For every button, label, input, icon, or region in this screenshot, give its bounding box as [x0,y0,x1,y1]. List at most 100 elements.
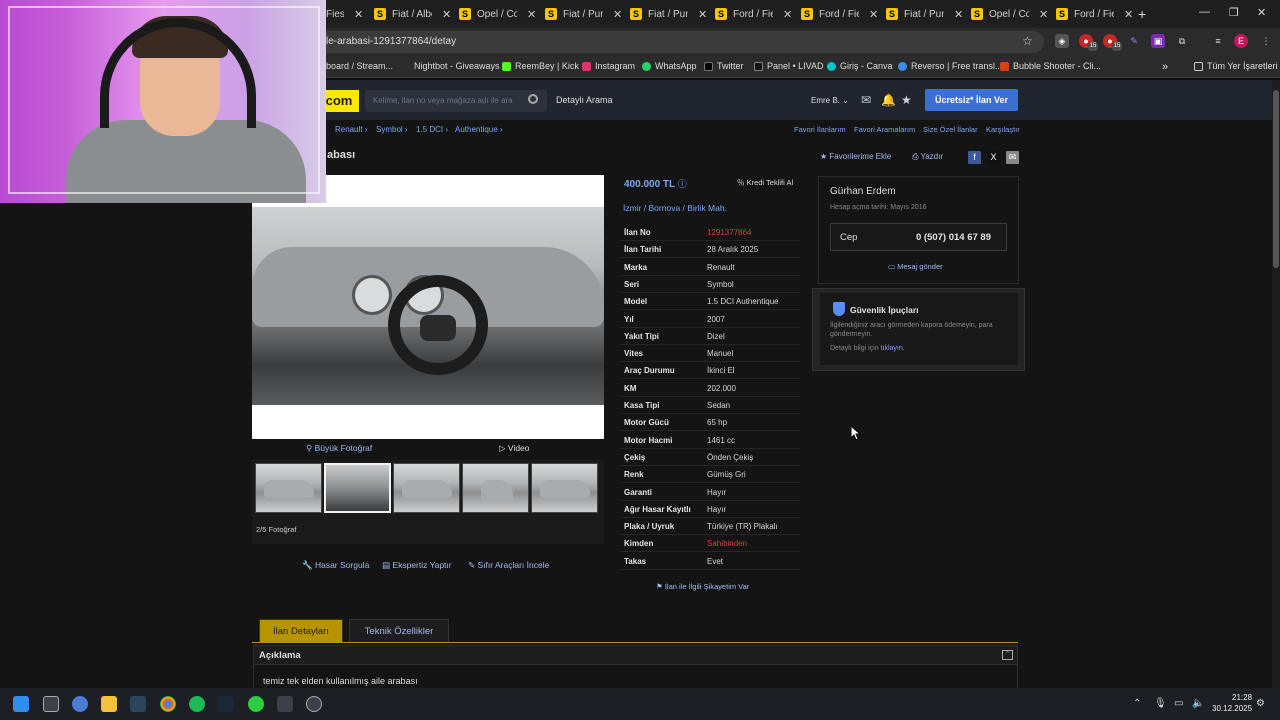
bookmark-item[interactable]: Reverso | Free transl... [898,61,1002,71]
safety-more-link[interactable]: tıklayın. [881,345,905,352]
browser-tab-active[interactable]: S Ford / Fies ✕ [1056,4,1134,24]
bookmark-item[interactable]: ReemBey | Kick [502,61,579,71]
bookmark-item[interactable]: Nightbot - Giveaways [414,61,500,71]
media-icon[interactable]: ≡ [1211,34,1225,48]
detailed-search-link[interactable]: Detaylı Arama [556,95,613,105]
browser-tab[interactable]: Fies ✕ [326,4,366,24]
facebook-share-icon[interactable]: f [968,151,981,164]
bookmark-item[interactable]: Instagram [582,61,635,71]
star-icon[interactable]: ★ [901,93,912,107]
clock[interactable]: 21:28 30.12.2025 [1212,692,1252,714]
tab-technical-specs[interactable]: Teknik Özellikler [349,619,449,643]
location-city[interactable]: İzmir [623,203,641,213]
add-favorite-button[interactable]: ★ Favorilerime Ekle [820,152,891,161]
notification-icon[interactable]: ⚙ [1256,698,1265,709]
complaint-link[interactable]: ⚑ İlan ile İlgili Şikayetim Var [656,582,749,591]
thumbnail[interactable] [255,463,322,513]
seller-name[interactable]: Gürhan Erdem [830,186,896,197]
thumbnail[interactable] [462,463,529,513]
x-share-icon[interactable]: X [987,151,1000,164]
close-icon[interactable]: ✕ [783,8,792,21]
steam-icon[interactable] [130,696,146,712]
breadcrumb-item[interactable]: Authentique › [455,125,503,134]
app-icon[interactable] [248,696,264,712]
close-icon[interactable]: ✕ [869,8,878,21]
search-input[interactable]: Kelime, ilan no veya mağaza adı ile ara [365,90,547,112]
expertise-link[interactable]: ▤ Ekspertiz Yaptır [382,560,452,571]
breadcrumb-item[interactable]: Symbol › [376,125,408,134]
browser-tab[interactable]: S Fiat / Albea ✕ [374,4,458,24]
new-tab-button[interactable]: + [1138,6,1146,22]
close-icon[interactable]: ✕ [954,8,963,21]
location-neighborhood[interactable]: Birlik Mah. [687,203,727,213]
bookmark-item[interactable]: Bubble Shooter - Cli... [1000,61,1101,71]
extension-icon[interactable]: ▣ [1151,34,1165,48]
compare-link[interactable]: Karşılaştır [986,125,1020,134]
damage-query-link[interactable]: 🔧 Hasar Sorgula [302,560,369,571]
pen-extension-icon[interactable]: ✎ [1127,34,1141,48]
browser-tab[interactable]: S Fiat / Punt ✕ [545,4,629,24]
app-icon[interactable] [277,696,293,712]
close-icon[interactable]: ✕ [1039,8,1048,21]
network-icon[interactable]: ▭ [1174,698,1183,709]
menu-icon[interactable]: ⋮ [1259,34,1273,48]
info-icon[interactable]: ⓘ [678,179,687,189]
close-window-icon[interactable]: ✕ [1257,6,1266,19]
bookmark-item[interactable]: board / Stream... [326,61,393,71]
big-photo-link[interactable]: ⚲ Büyük Fotoğraf [306,443,372,454]
bookmark-item[interactable]: WhatsApp [642,61,697,71]
send-message-link[interactable]: ▭ Mesaj gönder [888,262,943,271]
task-view-icon[interactable] [43,696,59,712]
close-icon[interactable]: ✕ [442,8,451,21]
thumbnail-active[interactable] [324,463,391,513]
thumbnail[interactable] [393,463,460,513]
bookmark-item[interactable]: Panel • LIVAD [754,61,824,71]
browser-tab[interactable]: S Fiat / Punt ✕ [886,4,970,24]
close-icon[interactable]: ✕ [698,8,707,21]
address-bar[interactable]: le-arabasi-1291377864/detay [316,31,1044,53]
chrome-icon[interactable] [160,696,176,712]
thumbnail[interactable] [531,463,598,513]
all-bookmarks[interactable]: Tüm Yer İşaretleri [1194,61,1278,71]
new-cars-link[interactable]: ✎ Sıfır Araçları İncele [468,560,549,571]
breadcrumb-item[interactable]: 1.5 DCI › [416,125,448,134]
minimize-icon[interactable]: — [1199,6,1210,18]
microphone-icon[interactable]: 🎙 [1154,698,1167,709]
close-icon[interactable]: ✕ [354,8,363,21]
spotify-icon[interactable] [189,696,205,712]
browser-tab[interactable]: S Opel / Cor ✕ [971,4,1055,24]
tray-chevron-icon[interactable]: ⌃ [1133,698,1141,709]
puzzle-icon[interactable]: ⧉ [1175,34,1189,48]
windows-start-icon[interactable] [13,696,29,712]
close-icon[interactable]: ✕ [527,8,536,21]
restore-icon[interactable]: ❐ [1229,6,1239,19]
file-explorer-icon[interactable] [101,696,117,712]
print-button[interactable]: ⎙ Yazdır [912,152,943,162]
phone-number[interactable]: 0 (507) 014 67 89 [916,232,991,243]
browser-tab[interactable]: S Ford / Fies ✕ [715,4,799,24]
search-icon[interactable] [528,94,538,104]
extension-icon[interactable]: ◈ [1055,34,1069,48]
tab-listing-details[interactable]: İlan Detayları [259,619,343,643]
main-photo[interactable] [252,207,604,405]
mail-icon[interactable]: ✉ [861,93,871,107]
bookmark-star-icon[interactable]: ☆ [1022,34,1033,48]
location-district[interactable]: Bornova [649,203,681,213]
browser-tab[interactable]: S Fiat / Punt ✕ [630,4,714,24]
close-icon[interactable]: ✕ [613,8,622,21]
browser-tab[interactable]: S Opel / Cor ✕ [459,4,543,24]
bell-icon[interactable]: 🔔 [881,93,896,107]
settings-icon[interactable] [72,696,88,712]
app-icon[interactable] [306,696,322,712]
scrollbar-thumb[interactable] [1273,90,1279,268]
bookmark-item[interactable]: Twitter [704,61,744,71]
user-menu[interactable]: Emre B. ⌄ [811,96,849,105]
favorite-searches-link[interactable]: Favori Aramalarım [854,125,915,134]
breadcrumb-item[interactable]: Renault › [335,125,367,134]
email-share-icon[interactable]: ✉ [1006,151,1019,164]
collapse-icon[interactable]: ⌃ [1002,650,1013,660]
close-icon[interactable]: ✕ [1124,8,1133,21]
video-link[interactable]: ▷ Video [499,443,530,454]
credit-offer-link[interactable]: ％ Kredi Teklifi Al [737,177,793,188]
post-ad-button[interactable]: Ücretsiz* İlan Ver [925,89,1018,111]
